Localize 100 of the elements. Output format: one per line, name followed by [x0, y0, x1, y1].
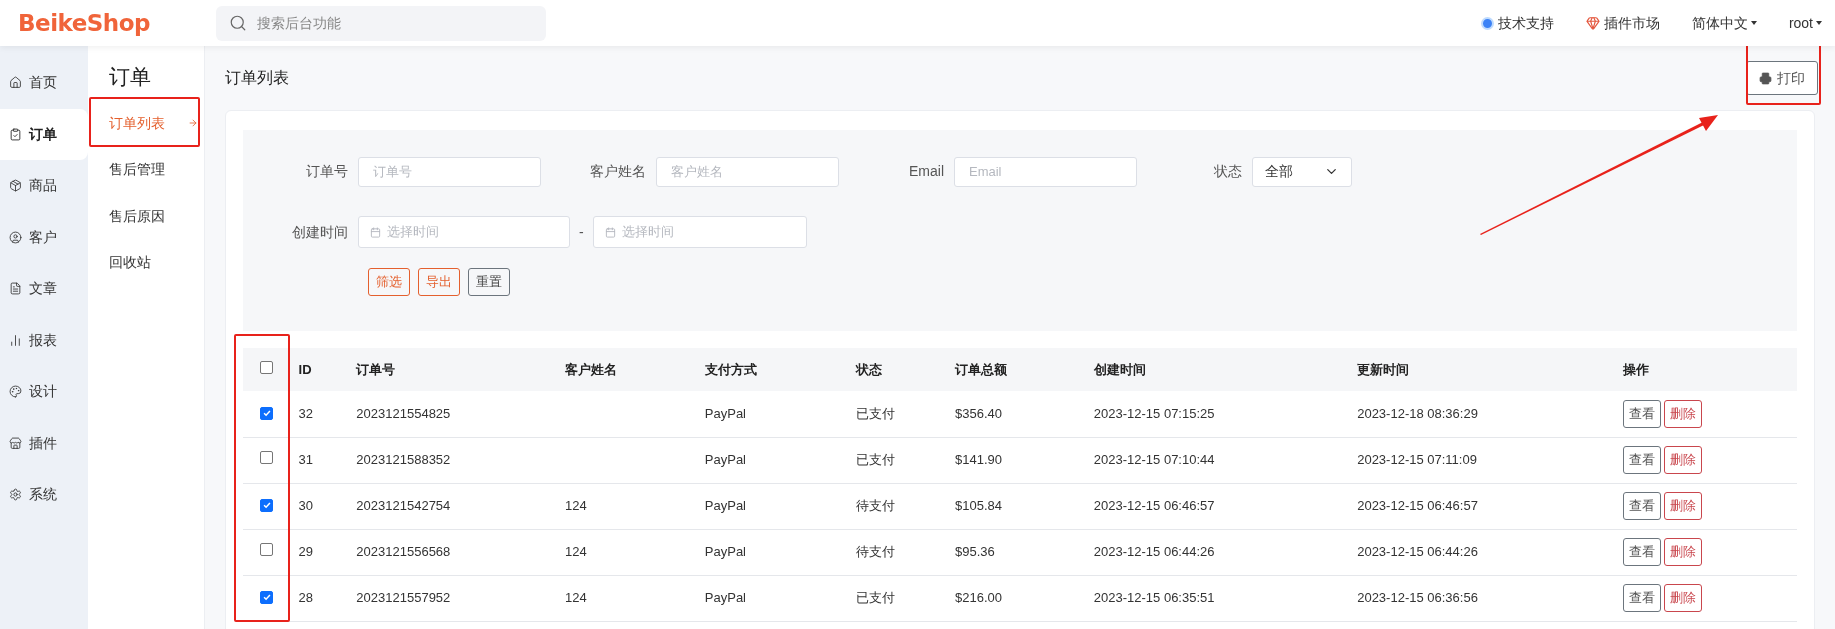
- sidebar-item[interactable]: 商品: [0, 160, 88, 212]
- column-header: ID: [290, 348, 349, 391]
- column-header: 客户姓名: [557, 348, 697, 391]
- sidebar-item[interactable]: 订单: [0, 108, 88, 160]
- checkbox[interactable]: [260, 498, 274, 512]
- column-header: 创建时间: [1085, 348, 1350, 391]
- sidebar-item[interactable]: 首页: [0, 57, 88, 109]
- table-cell: 2023-12-15 06:46:57: [1357, 498, 1478, 514]
- table-cell: 31: [298, 452, 314, 468]
- table-cell: $141.90: [955, 452, 1002, 468]
- print-button[interactable]: 打印: [1746, 61, 1818, 95]
- sidebar-item[interactable]: 客户: [0, 211, 88, 263]
- delete-button[interactable]: 删除: [1663, 538, 1702, 566]
- clipboard-icon: [9, 127, 22, 141]
- settings-icon: [9, 488, 22, 502]
- table-cell: $95.36: [955, 544, 995, 560]
- table-cell: 32: [298, 406, 314, 421]
- filter-input[interactable]: 客户姓名: [656, 156, 839, 187]
- bar-chart-icon: [9, 333, 22, 347]
- table-cell: 2023121542754: [356, 498, 451, 514]
- table-cell: 2023-12-15 06:36:56: [1357, 590, 1478, 606]
- sidebar-item[interactable]: 设计: [0, 366, 88, 418]
- page-title: 订单列表: [225, 68, 289, 88]
- printer-icon: [1759, 71, 1772, 85]
- delete-button[interactable]: 删除: [1663, 492, 1702, 520]
- sidebar-item[interactable]: 文章: [0, 263, 88, 315]
- filter-input[interactable]: Email: [954, 156, 1137, 187]
- table-cell: 2023-12-15 06:44:26: [1357, 544, 1478, 560]
- submenu-item[interactable]: 售后管理: [109, 146, 204, 193]
- search-icon: [229, 13, 247, 32]
- table-cell: 2023121588352: [356, 452, 451, 468]
- column-header: 更新时间: [1349, 348, 1615, 391]
- view-button[interactable]: 查看: [1622, 399, 1661, 428]
- table-cell: 2023-12-15 06:46:57: [1093, 498, 1215, 514]
- delete-button[interactable]: 删除: [1663, 399, 1702, 428]
- delete-button[interactable]: 删除: [1663, 446, 1702, 474]
- dropdown-menu[interactable]: 简体中文: [1691, 12, 1757, 34]
- table-cell: PayPal: [704, 498, 746, 514]
- table-cell: 2023-12-15 06:44:26: [1093, 544, 1215, 560]
- filter-label: 客户姓名: [589, 162, 647, 181]
- table-cell: 124: [565, 590, 587, 606]
- table-cell: 124: [565, 544, 587, 560]
- table-cell: 28: [298, 590, 314, 606]
- filter-label: 订单号: [305, 162, 349, 181]
- submenu-item[interactable]: 回收站: [109, 239, 204, 286]
- table-cell: 29: [298, 544, 314, 560]
- dropdown-menu[interactable]: root: [1788, 12, 1822, 34]
- table-cell: 已支付: [855, 452, 895, 468]
- table-cell: 已支付: [855, 406, 895, 421]
- view-button[interactable]: 查看: [1622, 584, 1661, 612]
- header-link[interactable]: 技术支持: [1480, 12, 1554, 34]
- table-cell: 30: [298, 498, 314, 514]
- caret-icon: [1816, 21, 1822, 25]
- sidebar-item[interactable]: 插件: [0, 417, 88, 469]
- table-cell: PayPal: [704, 452, 746, 468]
- palette-icon: [9, 385, 22, 399]
- checkbox[interactable]: [260, 590, 274, 604]
- table-cell: PayPal: [704, 544, 746, 560]
- table-cell: 2023-12-15 07:15:25: [1093, 406, 1215, 421]
- table-cell: 已支付: [855, 590, 895, 606]
- table-cell: $105.84: [955, 498, 1002, 514]
- filter-label: Email: [908, 162, 945, 181]
- document-icon: [9, 282, 22, 296]
- sidebar-item[interactable]: 系统: [0, 469, 88, 521]
- column-header: 状态: [847, 348, 947, 391]
- view-button[interactable]: 查看: [1622, 538, 1661, 566]
- sidebar-item[interactable]: 报表: [0, 314, 88, 366]
- table-cell: 2023-12-18 08:36:29: [1357, 406, 1478, 421]
- table-cell: PayPal: [704, 590, 746, 606]
- checkbox[interactable]: [260, 406, 274, 420]
- search-field[interactable]: 搜索后台功能: [216, 5, 546, 41]
- status-select[interactable]: 全部: [1252, 156, 1352, 187]
- view-button[interactable]: 查看: [1622, 446, 1661, 474]
- submenu-item[interactable]: 订单列表: [109, 100, 204, 147]
- header-link[interactable]: 插件市场: [1585, 12, 1660, 34]
- calendar-icon: [370, 226, 381, 238]
- view-button[interactable]: 查看: [1622, 492, 1661, 520]
- table-cell: 待支付: [855, 544, 895, 560]
- filter-input[interactable]: 订单号: [358, 156, 541, 187]
- filter-button[interactable]: 重置: [468, 268, 510, 296]
- table-cell: 2023121554825: [356, 406, 451, 421]
- submenu-title: 订单: [109, 64, 152, 91]
- table-cell: $216.00: [955, 590, 1002, 606]
- checkbox[interactable]: [260, 451, 274, 465]
- box-icon: [9, 179, 22, 193]
- date-separator: -: [579, 222, 584, 242]
- column-header: 订单总额: [947, 348, 1086, 391]
- column-header: 订单号: [348, 348, 557, 391]
- submenu-item[interactable]: 售后原因: [109, 193, 204, 240]
- checkbox[interactable]: [260, 543, 274, 557]
- calendar-icon: [604, 226, 616, 238]
- caret-icon: [1750, 21, 1757, 25]
- checkbox[interactable]: [260, 360, 274, 374]
- house-icon: [9, 76, 22, 90]
- table-cell: 2023-12-15 07:11:09: [1357, 452, 1477, 468]
- table-cell: 2023121556568: [356, 544, 451, 560]
- delete-button[interactable]: 删除: [1663, 584, 1702, 612]
- filter-label: 创建时间: [291, 222, 349, 242]
- column-header: 操作: [1614, 348, 1797, 391]
- table-cell: 2023121557952: [356, 590, 451, 606]
